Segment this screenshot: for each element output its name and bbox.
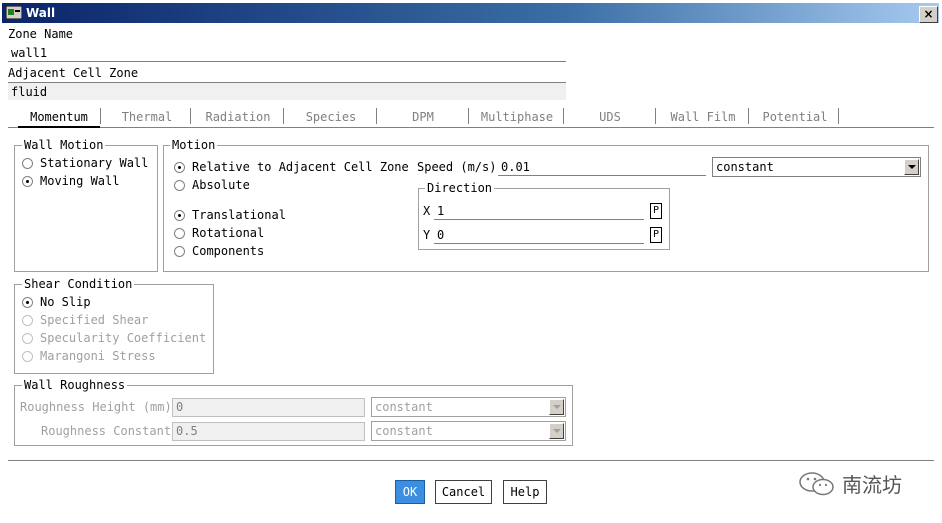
- speed-label: Speed (m/s): [417, 160, 497, 174]
- adjacent-cell-zone-label: Adjacent Cell Zone: [8, 66, 139, 80]
- specularity-coefficient-label[interactable]: Specularity Coefficient: [40, 331, 206, 345]
- zone-name-label: Zone Name: [8, 27, 74, 41]
- absolute-label[interactable]: Absolute: [192, 178, 250, 192]
- tab-separator: [563, 108, 567, 124]
- moving-wall-radio[interactable]: [22, 176, 33, 187]
- wall-motion-legend: Wall Motion: [22, 138, 106, 152]
- tab-uds[interactable]: UDS: [568, 108, 652, 126]
- chevron-down-icon[interactable]: [549, 423, 564, 439]
- active-tab-indicator: [18, 126, 100, 128]
- tab-separator: [100, 108, 104, 124]
- roughness-height-label: Roughness Height (mm): [20, 400, 172, 414]
- tab-radiation[interactable]: Radiation: [196, 108, 280, 126]
- tab-dpm[interactable]: DPM: [380, 108, 466, 126]
- close-button[interactable]: ×: [919, 6, 938, 23]
- button-separator: [8, 460, 934, 464]
- speed-profile-select[interactable]: constant: [712, 157, 921, 177]
- wechat-logo-icon: [799, 472, 834, 496]
- components-radio[interactable]: [174, 246, 185, 257]
- relative-label[interactable]: Relative to Adjacent Cell Zone: [192, 160, 409, 174]
- stationary-wall-label[interactable]: Stationary Wall: [40, 156, 148, 170]
- direction-legend: Direction: [425, 181, 495, 195]
- direction-y-label: Y: [423, 228, 431, 242]
- tab-separator: [283, 108, 287, 124]
- rotational-label[interactable]: Rotational: [192, 226, 264, 240]
- roughness-height-input[interactable]: 0: [172, 398, 365, 417]
- components-label[interactable]: Components: [192, 244, 264, 258]
- shear-condition-legend: Shear Condition: [22, 277, 135, 291]
- roughness-constant-profile-select[interactable]: constant: [371, 421, 566, 441]
- relative-radio[interactable]: [174, 162, 185, 173]
- stationary-wall-radio[interactable]: [22, 158, 33, 169]
- adjacent-cell-zone-value: fluid: [8, 82, 566, 100]
- tab-wall-film[interactable]: Wall Film: [660, 108, 746, 126]
- help-button[interactable]: Help: [503, 480, 547, 504]
- wall-roughness-legend: Wall Roughness: [22, 378, 128, 392]
- tab-potential[interactable]: Potential: [752, 108, 838, 126]
- motion-legend: Motion: [170, 138, 218, 152]
- marangoni-stress-label[interactable]: Marangoni Stress: [40, 349, 156, 363]
- no-slip-label[interactable]: No Slip: [40, 295, 91, 309]
- absolute-radio[interactable]: [174, 180, 185, 191]
- app-icon: [5, 5, 23, 20]
- tab-separator: [838, 108, 842, 124]
- chevron-down-icon[interactable]: [549, 399, 564, 415]
- close-icon: ×: [923, 7, 934, 21]
- title-bar[interactable]: Wall ×: [2, 2, 939, 23]
- no-slip-radio[interactable]: [22, 297, 33, 308]
- direction-y-input[interactable]: 0: [434, 226, 644, 244]
- direction-x-input[interactable]: 1: [434, 202, 644, 220]
- specified-shear-radio[interactable]: [22, 315, 33, 326]
- roughness-constant-profile-value: constant: [375, 424, 433, 438]
- rotational-radio[interactable]: [174, 228, 185, 239]
- specularity-coefficient-radio[interactable]: [22, 333, 33, 344]
- translational-label[interactable]: Translational: [192, 208, 286, 222]
- direction-x-label: X: [423, 204, 431, 218]
- roughness-height-profile-value: constant: [375, 400, 433, 414]
- direction-x-parameter-button[interactable]: P: [650, 203, 662, 219]
- tab-separator: [190, 108, 194, 124]
- tab-multiphase[interactable]: Multiphase: [472, 108, 562, 126]
- wall-dialog: Wall × Zone Name wall1 Adjacent Cell Zon…: [0, 0, 942, 523]
- zone-name-input[interactable]: wall1: [8, 44, 566, 62]
- tab-momentum[interactable]: Momentum: [18, 108, 100, 126]
- roughness-height-profile-select[interactable]: constant: [371, 397, 566, 417]
- window-title: Wall: [26, 6, 56, 20]
- specified-shear-label[interactable]: Specified Shear: [40, 313, 148, 327]
- tab-separator: [655, 108, 659, 124]
- speed-input[interactable]: 0.01: [498, 158, 706, 176]
- watermark: 南流坊: [798, 469, 918, 499]
- tab-species[interactable]: Species: [288, 108, 374, 126]
- translational-radio[interactable]: [174, 210, 185, 221]
- chevron-down-icon[interactable]: [904, 159, 919, 175]
- tab-thermal[interactable]: Thermal: [108, 108, 186, 126]
- ok-button[interactable]: OK: [395, 480, 425, 504]
- cancel-button[interactable]: Cancel: [435, 480, 492, 504]
- moving-wall-label[interactable]: Moving Wall: [40, 174, 119, 188]
- marangoni-stress-radio[interactable]: [22, 351, 33, 362]
- speed-profile-value: constant: [716, 160, 774, 174]
- watermark-text: 南流坊: [842, 473, 902, 497]
- direction-y-parameter-button[interactable]: P: [650, 227, 662, 243]
- roughness-constant-label: Roughness Constant: [41, 424, 172, 438]
- roughness-constant-input[interactable]: 0.5: [172, 422, 365, 441]
